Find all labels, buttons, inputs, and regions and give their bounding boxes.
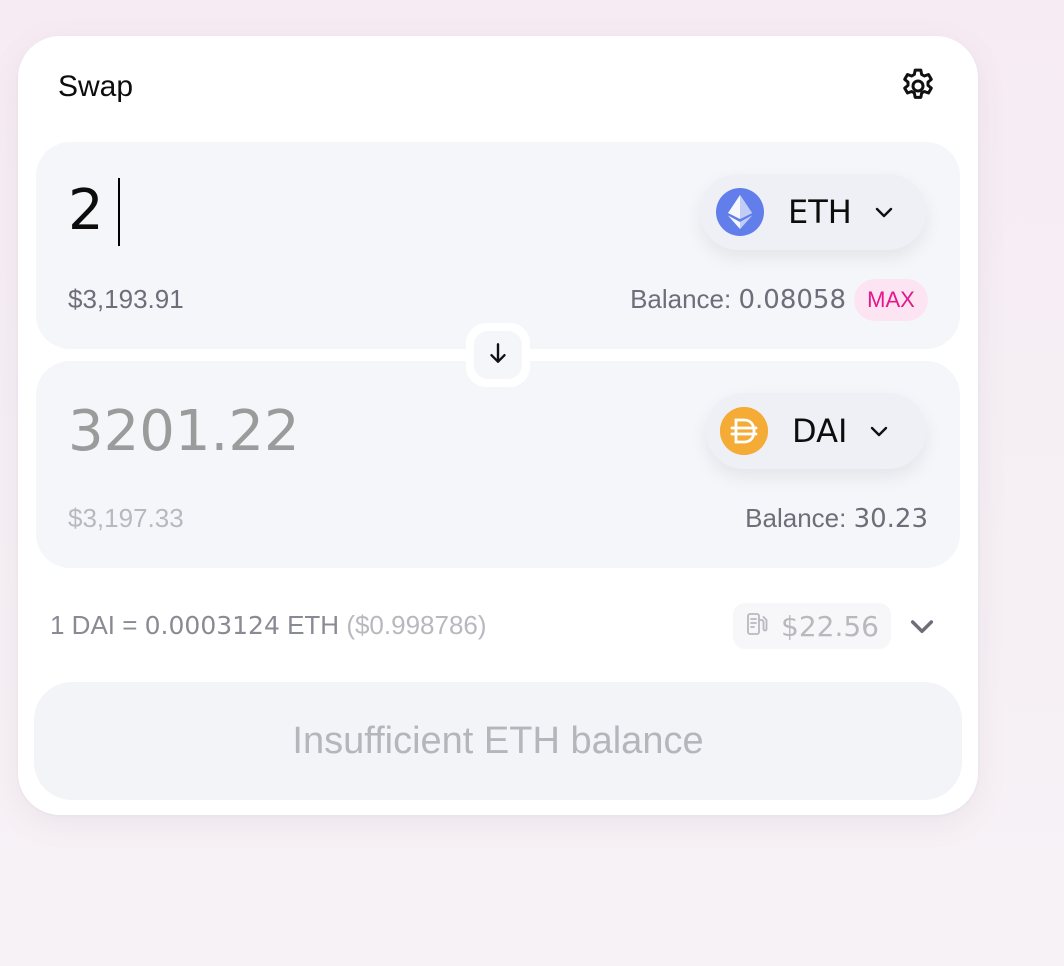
chevron-down-icon — [906, 610, 938, 647]
rate-prefix: 1 DAI = — [50, 610, 145, 640]
dai-icon — [720, 407, 768, 455]
switch-direction-wrapper — [466, 323, 530, 387]
chevron-down-icon — [872, 200, 896, 224]
rate-unit: ETH — [279, 610, 347, 640]
settings-button[interactable] — [896, 66, 940, 110]
arrow-down-icon — [485, 340, 511, 371]
buy-balance-value: 30.23 — [853, 504, 928, 534]
rate-value: 0.0003124 — [144, 611, 280, 640]
details-toggle-button[interactable] — [904, 610, 940, 646]
max-button[interactable]: MAX — [854, 279, 928, 321]
chevron-down-icon — [867, 419, 891, 443]
gas-estimate: $22.56 — [733, 603, 891, 649]
buy-balance-label: Balance: — [745, 503, 854, 533]
sell-balance-value: 0.08058 — [738, 285, 846, 315]
gas-pump-icon — [745, 611, 769, 642]
buy-panel: 3201.22 DAI $3,197.33 Balance: 30.23 — [36, 361, 960, 568]
buy-amount-output[interactable]: 3201.22 — [68, 399, 300, 464]
sell-token-selector[interactable]: ETH — [700, 174, 926, 250]
buy-token-selector[interactable]: DAI — [706, 393, 926, 469]
ethereum-icon — [716, 188, 764, 236]
sell-panel: ETH $3,193.91 Balance: 0.08058 MAX — [36, 142, 960, 349]
text-caret — [118, 178, 120, 246]
sell-usd-value: $3,193.91 — [68, 284, 184, 314]
gear-icon — [898, 66, 938, 111]
sell-token-symbol: ETH — [788, 193, 852, 231]
buy-token-symbol: DAI — [792, 412, 848, 450]
sell-balance: Balance: 0.08058 — [630, 284, 846, 315]
insufficient-balance-button[interactable]: Insufficient ETH balance — [34, 682, 962, 800]
sell-balance-label: Balance: — [630, 284, 739, 314]
gas-value: $22.56 — [781, 609, 879, 643]
buy-usd-value: $3,197.33 — [68, 503, 184, 533]
sell-amount-input[interactable] — [68, 178, 568, 243]
page-title: Swap — [58, 70, 134, 103]
buy-balance: Balance: 30.23 — [745, 503, 928, 534]
switch-direction-button[interactable] — [474, 331, 522, 379]
rate-fiat: ($0.998786) — [346, 610, 487, 640]
exchange-rate[interactable]: 1 DAI = 0.0003124 ETH ($0.998786) — [50, 610, 487, 641]
swap-card: Swap ETH $3,193. — [18, 36, 978, 815]
